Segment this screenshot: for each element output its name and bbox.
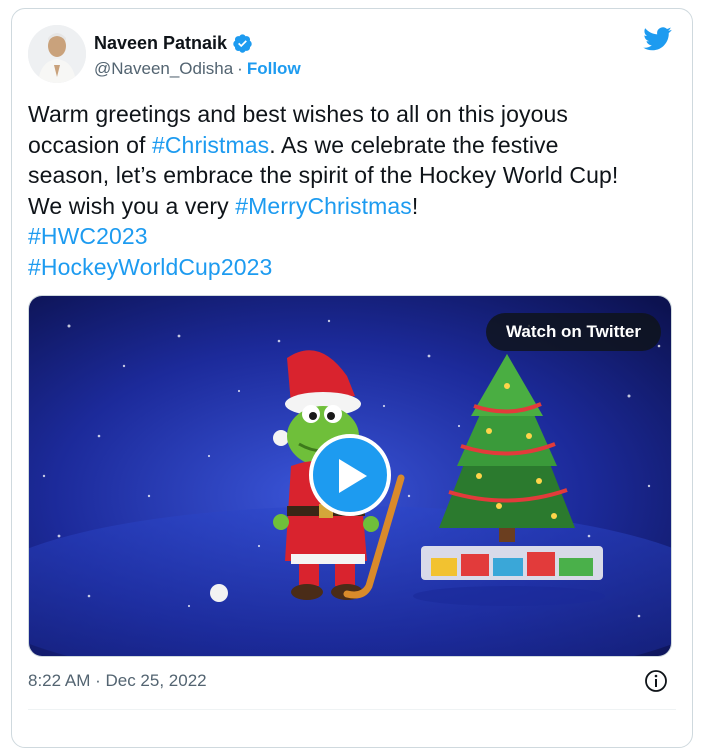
tweet-timestamp[interactable]: 8:22 AM · Dec 25, 2022 — [28, 671, 207, 691]
tweet-text-segment: occasion of — [28, 131, 152, 158]
footer-divider — [28, 709, 676, 710]
follow-button[interactable]: Follow — [247, 59, 301, 79]
play-button[interactable] — [309, 434, 391, 516]
video-player[interactable]: Watch on Twitter — [28, 295, 672, 657]
hashtag-link[interactable]: #Christmas — [152, 132, 269, 158]
avatar[interactable] — [28, 25, 86, 83]
play-icon — [339, 459, 367, 493]
hashtag-link[interactable]: #MerryChristmas — [235, 193, 412, 219]
tweet-card: Naveen Patnaik @Naveen_Odisha · Follow W… — [11, 8, 693, 748]
handle-separator: · — [237, 59, 243, 78]
tweet-text-line: #HWC2023 — [28, 221, 688, 252]
hashtag-link[interactable]: #HWC2023 — [28, 223, 148, 249]
author-handle[interactable]: @Naveen_Odisha — [94, 59, 233, 79]
tweet-text-line: Warm greetings and best wishes to all on… — [28, 99, 688, 130]
avatar-image — [28, 25, 86, 83]
tweet-text-segment: season, let’s embrace the spirit of the … — [28, 162, 619, 188]
tweet-text-segment: We wish you a very — [28, 192, 236, 219]
tweet-text-line: #HockeyWorldCup2023 — [28, 252, 688, 283]
info-icon[interactable] — [644, 669, 668, 693]
tweet-text-segment: . As we celebrate the festive — [269, 131, 559, 158]
author-name-row: Naveen Patnaik — [94, 33, 253, 54]
tweet-text-line: season, let’s embrace the spirit of the … — [28, 160, 688, 191]
tweet-text-line: We wish you a very #MerryChristmas! — [28, 191, 688, 222]
tweet-text: Warm greetings and best wishes to all on… — [28, 99, 688, 282]
author-name[interactable]: Naveen Patnaik — [94, 33, 227, 54]
tweet-text-segment: ! — [411, 192, 419, 219]
watch-on-twitter-button[interactable]: Watch on Twitter — [485, 313, 661, 351]
twitter-bird-icon[interactable] — [643, 27, 672, 51]
hashtag-link[interactable]: #HockeyWorldCup2023 — [28, 254, 272, 280]
tweet-text-segment: Warm greetings and best wishes to all on… — [28, 101, 568, 127]
tweet-text-line: occasion of #Christmas. As we celebrate … — [28, 130, 688, 161]
verified-badge-icon — [233, 34, 252, 53]
author-handle-row: @Naveen_Odisha · Follow — [94, 59, 301, 79]
